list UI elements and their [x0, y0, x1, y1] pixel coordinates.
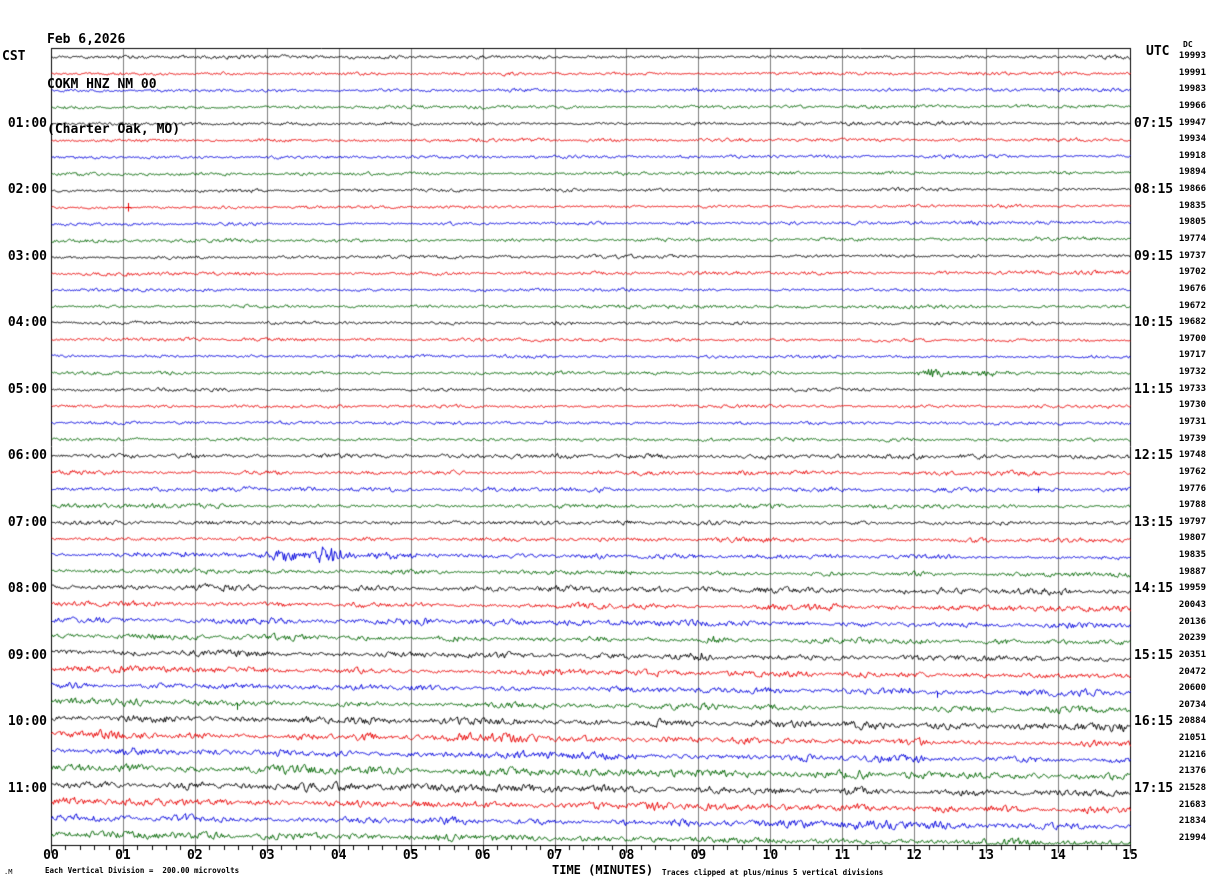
dc-value: 20472: [1178, 666, 1206, 677]
dc-value: 20043: [1178, 599, 1206, 610]
dc-value: 20600: [1178, 683, 1206, 694]
dc-value: 19934: [1178, 134, 1206, 145]
dc-value: 19702: [1178, 267, 1206, 278]
x-axis-tick-label: 04: [330, 848, 347, 863]
x-axis-tick-label: 01: [115, 848, 131, 863]
cst-hour-label: 04:00: [7, 315, 47, 331]
x-axis-title: TIME (MINUTES): [552, 863, 654, 877]
dc-value: 19672: [1178, 300, 1206, 311]
dc-value: 21528: [1178, 782, 1206, 793]
x-axis-tick-label: 08: [618, 848, 635, 863]
dc-value: 19762: [1178, 466, 1206, 477]
dc-value: 19797: [1178, 516, 1206, 527]
x-axis-tick-label: 00: [43, 848, 59, 863]
x-axis-tick-label: 12: [906, 848, 923, 863]
dc-value: 20136: [1178, 616, 1206, 627]
dc-column-header: DC: [1183, 40, 1193, 49]
dc-value: 20884: [1178, 716, 1206, 727]
dc-value: 19737: [1178, 250, 1206, 261]
dc-value: 21994: [1178, 832, 1206, 843]
dc-value: 19739: [1178, 433, 1206, 444]
cst-hour-label: 01:00: [7, 115, 47, 131]
cst-hour-label: 06:00: [7, 448, 47, 464]
dc-value: 19887: [1178, 566, 1206, 577]
cst-hour-label: 02:00: [7, 182, 47, 198]
dc-value: 19732: [1178, 367, 1206, 378]
dc-value: 19947: [1178, 117, 1206, 128]
x-axis-tick-label: 10: [762, 848, 779, 863]
x-axis-tick-label: 07: [546, 848, 563, 863]
dc-value: 21376: [1178, 766, 1206, 777]
dc-value: 19682: [1178, 317, 1206, 328]
dc-value: 19866: [1178, 184, 1206, 195]
dc-value: 19774: [1178, 233, 1206, 244]
plot-header: Feb 6,2026 COKM HNZ NM 00 (Charter Oak, …: [47, 2, 180, 167]
clip-note: Traces clipped at plus/minus 5 vertical …: [662, 868, 884, 877]
seismogram-canvas: [0, 0, 1210, 886]
header-station-code: COKM HNZ NM 00: [47, 77, 157, 92]
watermark: .M: [4, 868, 13, 876]
dc-value: 20351: [1178, 649, 1206, 660]
dc-value: 20734: [1178, 699, 1206, 710]
cst-hour-label: 07:00: [7, 514, 47, 530]
dc-value: 19676: [1178, 283, 1206, 294]
dc-value: 19733: [1178, 383, 1206, 394]
header-date: Feb 6,2026: [47, 32, 126, 47]
dc-value: 21683: [1178, 799, 1206, 810]
cst-hour-label: 09:00: [7, 647, 47, 663]
dc-value: 19788: [1178, 500, 1206, 511]
dc-value: 19805: [1178, 217, 1206, 228]
cst-hour-label: 05:00: [7, 381, 47, 397]
dc-value: 19894: [1178, 167, 1206, 178]
dc-value: 21051: [1178, 733, 1206, 744]
x-axis-tick-label: 09: [690, 848, 707, 863]
dc-value: 19748: [1178, 450, 1206, 461]
x-axis-tick-label: 02: [187, 848, 203, 863]
x-axis-tick-label: 13: [978, 848, 994, 863]
dc-value: 19730: [1178, 400, 1206, 411]
cst-hour-label: 03:00: [7, 248, 47, 264]
dc-value: 19807: [1178, 533, 1206, 544]
dc-value: 19835: [1178, 200, 1206, 211]
x-axis-tick-label: 05: [402, 848, 419, 863]
dc-value: 21216: [1178, 749, 1206, 760]
scale-note: Each Vertical Division = 200.00 microvol…: [45, 866, 240, 875]
dc-value: 19731: [1178, 416, 1206, 427]
dc-value: 19966: [1178, 100, 1206, 111]
header-station-location: (Charter Oak, MO): [47, 122, 181, 137]
x-axis-tick-label: 03: [258, 848, 275, 863]
dc-value: 19959: [1178, 583, 1206, 594]
cst-hour-label: 10:00: [7, 714, 47, 730]
dc-value: 19991: [1178, 67, 1206, 78]
right-timezone-label: UTC: [1146, 44, 1170, 59]
cst-hour-label: 11:00: [7, 780, 47, 796]
x-axis-tick-label: 11: [834, 848, 851, 863]
left-timezone-label: CST: [2, 49, 26, 64]
dc-value: 19717: [1178, 350, 1206, 361]
dc-value: 21834: [1178, 816, 1206, 827]
dc-value: 19983: [1178, 84, 1206, 95]
cst-hour-label: 08:00: [7, 581, 47, 597]
x-axis-tick-label: 06: [474, 848, 491, 863]
x-axis-tick-label: 14: [1050, 848, 1066, 863]
dc-value: 20239: [1178, 633, 1206, 644]
dc-value: 19700: [1178, 333, 1206, 344]
dc-value: 19776: [1178, 483, 1206, 494]
x-axis-tick-label: 15: [1122, 848, 1138, 863]
dc-value: 19918: [1178, 150, 1206, 161]
dc-value: 19993: [1178, 51, 1206, 61]
helicorder-page: Feb 6,2026 COKM HNZ NM 00 (Charter Oak, …: [0, 0, 1210, 886]
dc-value: 19835: [1178, 550, 1206, 561]
